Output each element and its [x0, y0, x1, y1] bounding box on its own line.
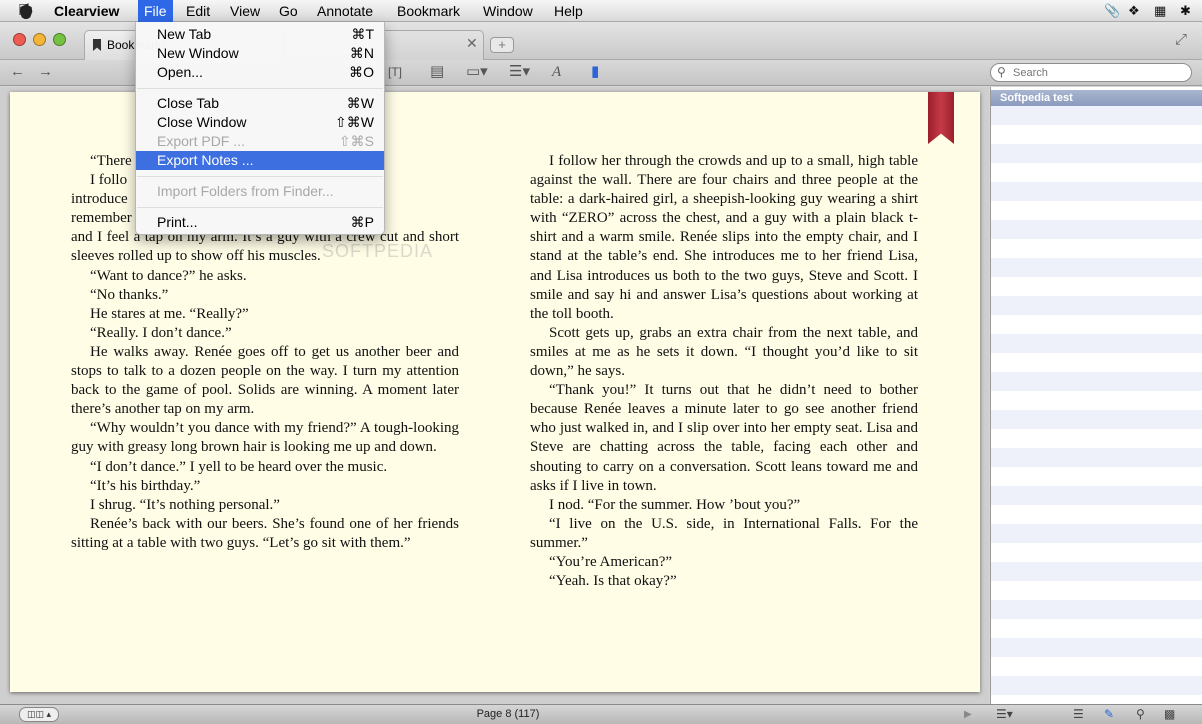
- menu-item-label: Close Window: [157, 114, 247, 130]
- right-text-column: I follow her through the crowds and up t…: [530, 152, 918, 591]
- fullscreen-icon[interactable]: ⤢: [1175, 31, 1187, 48]
- paragraph: “It’s his birthday.”: [90, 477, 201, 494]
- list-view-icon[interactable]: ☰: [1073, 707, 1084, 722]
- menu-item-close-window[interactable]: Close Window ⇧⌘W: [136, 113, 384, 132]
- status-bar: ◫◫ ▴ Page 8 (117) ▶ ☰▾ ☰ ✎ ⚲ ▩: [0, 704, 1202, 724]
- menu-item-shortcut: ⌘W: [346, 95, 374, 111]
- menu-item-export-notes[interactable]: Export Notes ...: [136, 151, 384, 170]
- paragraph: I nod. “For the summer. How ’bout you?”: [549, 496, 801, 513]
- paperclip-icon[interactable]: 📎: [1104, 3, 1120, 19]
- file-menu-dropdown: New Tab ⌘T New Window ⌘N Open... ⌘O Close T…: [135, 22, 385, 235]
- menu-item-shortcut: ⌘P: [350, 214, 374, 230]
- dropbox-icon[interactable]: ❖: [1128, 3, 1140, 19]
- search-icon: ⚲: [997, 65, 1006, 79]
- sidebar-options-icon[interactable]: ☰▾: [996, 707, 1013, 722]
- text-annotation-icon[interactable]: A: [552, 63, 561, 81]
- menu-separator: [137, 207, 383, 208]
- menu-item-label: Print...: [157, 214, 198, 230]
- menu-view[interactable]: View: [224, 0, 266, 22]
- menu-item-new-window[interactable]: New Window ⌘N: [136, 44, 384, 63]
- zoom-window-button[interactable]: [53, 33, 66, 46]
- paragraph: “I live on the U.S. side, in Internation…: [530, 515, 918, 551]
- bookmark-toggle-icon[interactable]: ▮: [591, 63, 599, 81]
- menu-item-shortcut: ⌘T: [351, 26, 374, 42]
- search-input[interactable]: [1013, 66, 1183, 80]
- paragraph: I follow her through the crowds and up t…: [530, 153, 918, 322]
- menu-file[interactable]: File: [138, 0, 173, 22]
- menu-separator: [137, 176, 383, 177]
- close-window-button[interactable]: [13, 33, 26, 46]
- menu-item-close-tab[interactable]: Close Tab ⌘W: [136, 94, 384, 113]
- watermark: SOFTPEDIA: [322, 241, 434, 261]
- back-arrow-icon[interactable]: ←: [10, 63, 25, 81]
- bookmark-icon: [93, 39, 101, 51]
- menu-edit[interactable]: Edit: [180, 0, 216, 22]
- paragraph: “Yeah. Is that okay?”: [549, 573, 677, 590]
- menu-item-print[interactable]: Print... ⌘P: [136, 213, 384, 232]
- sidebar-group-heading[interactable]: Softpedia test: [991, 90, 1202, 106]
- page-indicator: Page 8 (117): [476, 708, 540, 720]
- edit-note-icon[interactable]: ✎: [1104, 707, 1114, 722]
- notes-list-icon[interactable]: ▤: [430, 63, 444, 81]
- sidebar-search-icon[interactable]: ⚲: [1136, 707, 1145, 722]
- paragraph: “Thank you!” It turns out that he didn’t…: [530, 382, 918, 494]
- menu-bar:  Clearview File Edit View Go Annotate B…: [0, 0, 1202, 22]
- add-tab-button[interactable]: +: [490, 37, 514, 53]
- next-page-icon[interactable]: ▶: [964, 707, 972, 722]
- paragraph: He walks away. Renée goes off to get us …: [71, 343, 459, 418]
- menu-item-label: Close Tab: [157, 95, 220, 111]
- paragraph: “Really. I don’t dance.”: [90, 324, 232, 341]
- menu-item-shortcut: ⇧⌘W: [335, 114, 374, 130]
- menu-item-shortcut: ⇧⌘S: [338, 133, 374, 149]
- paragraph: I shrug. “It’s nothing personal.”: [90, 496, 280, 513]
- bookmark-ribbon-icon[interactable]: [928, 92, 954, 144]
- minimize-window-button[interactable]: [33, 33, 46, 46]
- paragraph: “You’re American?”: [549, 553, 673, 570]
- menu-item-label: New Tab: [157, 26, 212, 42]
- close-tab-icon[interactable]: ✕: [466, 36, 478, 50]
- page-layout-toggle[interactable]: ◫◫ ▴: [19, 707, 59, 722]
- menu-item-new-tab[interactable]: New Tab ⌘T: [136, 25, 384, 44]
- paragraph: Scott gets up, grabs an extra chair from…: [530, 324, 918, 380]
- paragraph: “I don’t dance.” I yell to be heard over…: [90, 458, 388, 475]
- menu-item-shortcut: ⌘N: [349, 45, 374, 61]
- menu-bookmark[interactable]: Bookmark: [391, 0, 466, 22]
- menu-item-label: Export Notes ...: [157, 152, 254, 168]
- menu-item-label: Import Folders from Finder...: [157, 183, 334, 199]
- paragraph: “Want to dance?” he asks.: [90, 267, 247, 284]
- search-field[interactable]: ⚲: [990, 63, 1192, 82]
- paragraph: He stares at me. “Really?”: [90, 305, 249, 322]
- menu-app-name[interactable]: Clearview: [48, 0, 125, 22]
- menu-item-label: Export PDF ...: [157, 133, 245, 149]
- menu-item-shortcut: ⌘O: [349, 64, 374, 80]
- menu-item-label: New Window: [157, 45, 239, 61]
- menu-separator: [137, 88, 383, 89]
- paragraph: “Why wouldn’t you dance with my friend?”…: [71, 420, 459, 456]
- forward-arrow-icon[interactable]: →: [38, 63, 53, 81]
- line-dropdown-icon[interactable]: ☰▾: [509, 63, 530, 81]
- menu-item-open[interactable]: Open... ⌘O: [136, 63, 384, 82]
- menu-item-label: Open...: [157, 64, 203, 80]
- menu-help[interactable]: Help: [548, 0, 589, 22]
- menu-go[interactable]: Go: [273, 0, 304, 22]
- menu-item-export-pdf: Export PDF ... ⇧⌘S: [136, 132, 384, 151]
- archive-icon[interactable]: ▦: [1154, 3, 1166, 19]
- menu-item-import-folders: Import Folders from Finder...: [136, 182, 384, 201]
- text-select-icon[interactable]: [T]: [388, 63, 402, 81]
- paragraph: “No thanks.”: [90, 286, 169, 303]
- notes-sidebar: Softpedia test: [990, 87, 1202, 704]
- menu-window[interactable]: Window: [477, 0, 539, 22]
- sidebar-bookmarks-icon[interactable]: ▩: [1164, 707, 1175, 722]
- paragraph: Renée’s back with our beers. She’s found…: [71, 515, 459, 551]
- shape-dropdown-icon[interactable]: ▭▾: [466, 63, 488, 81]
- menu-annotate[interactable]: Annotate: [311, 0, 379, 22]
- bluetooth-icon[interactable]: ✱: [1180, 3, 1191, 19]
